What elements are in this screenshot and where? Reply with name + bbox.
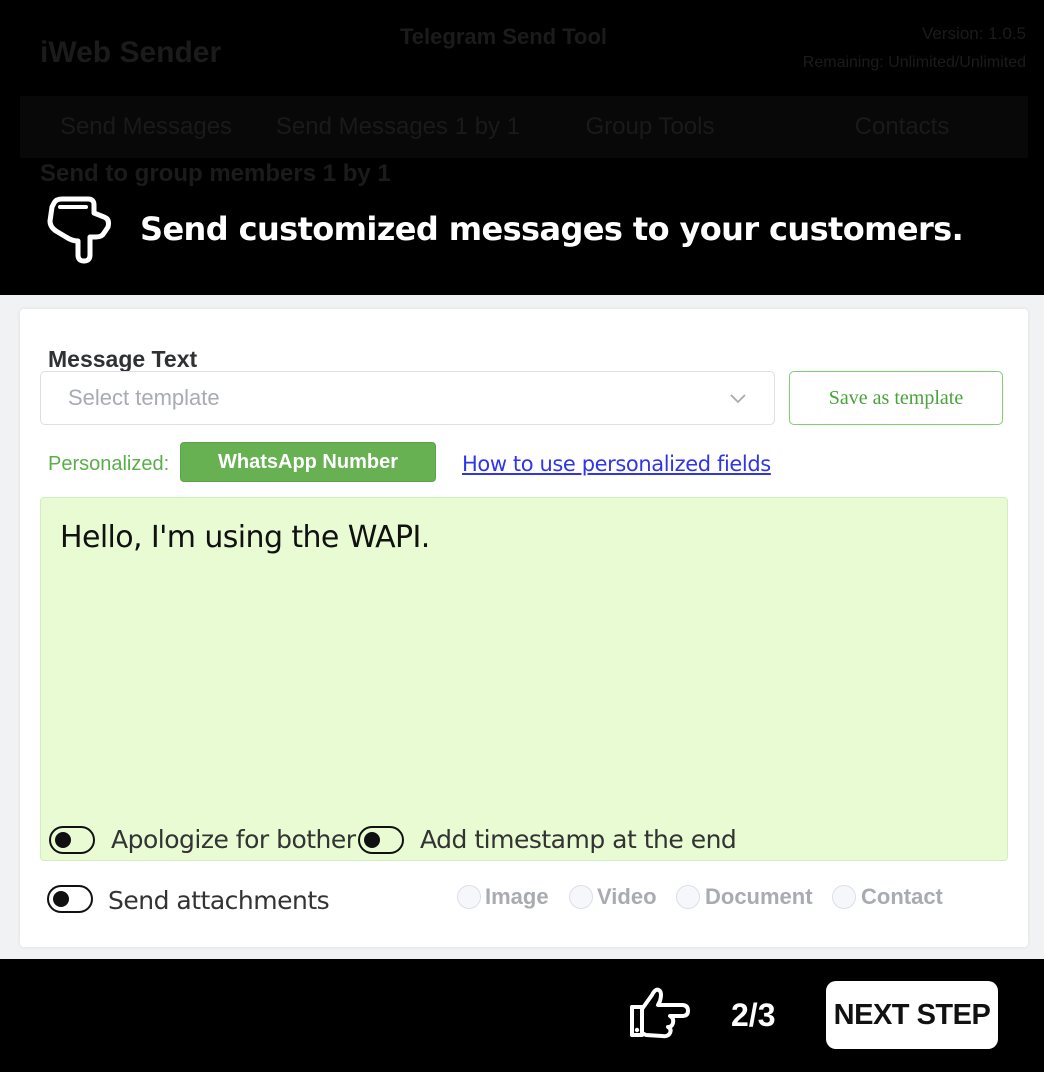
timestamp-label: Add timestamp at the end [420,825,737,854]
apologize-label: Apologize for bother [111,825,356,854]
attachment-image-radio[interactable] [457,885,481,909]
timestamp-toggle[interactable] [358,826,404,854]
whatsapp-number-field-button[interactable]: WhatsApp Number [180,442,436,482]
app-title: Telegram Send Tool [400,24,607,49]
message-form-card: Message Text Select template Save as tem… [20,309,1028,947]
apologize-toggle[interactable] [49,826,95,854]
pointing-down-hand-icon [47,196,111,264]
tab-contacts[interactable]: Contacts [776,96,1028,158]
app-license: Remaining: Unlimited/Unlimited [802,54,1026,71]
attachment-document-radio[interactable] [676,885,700,909]
attachment-video-label: Video [597,884,657,909]
attachment-contact-radio[interactable] [832,885,856,909]
chevron-down-icon [730,394,746,404]
section-subtitle: Send to group members 1 by 1 [40,160,391,187]
main-tabs: Send Messages Send Messages 1 by 1 Group… [20,96,1028,158]
tab-send-messages[interactable]: Send Messages [20,96,272,158]
next-step-button[interactable]: NEXT STEP [826,981,998,1049]
app-version: Version: 1.0.5 [922,24,1026,43]
attachment-image-label: Image [485,884,549,909]
message-textarea[interactable]: Hello, I'm using the WAPI. Apologize for… [40,497,1008,861]
attachment-contact-label: Contact [861,884,943,909]
tour-step-counter: 2/3 [731,997,776,1033]
attachment-video-radio[interactable] [569,885,593,909]
spotlight-region: Message Text Select template Save as tem… [0,295,1044,959]
personalized-label: Personalized: [48,453,170,475]
send-attachments-label: Send attachments [108,886,330,915]
tab-group-tools[interactable]: Group Tools [524,96,776,158]
tour-hint-text: Send customized messages to your custome… [140,210,964,248]
app-logo: iWeb Sender [40,36,222,69]
tour-controls: 2/3 NEXT STEP [0,959,1044,1072]
personalized-fields-help-link[interactable]: How to use personalized fields [462,452,771,476]
tab-send-1-by-1[interactable]: Send Messages 1 by 1 [272,96,524,158]
tour-hint: Send customized messages to your custome… [44,192,964,266]
send-attachments-toggle[interactable] [47,885,93,913]
pointing-right-hand-icon [630,987,690,1039]
template-select-placeholder: Select template [68,385,220,410]
save-as-template-button[interactable]: Save as template [789,371,1003,425]
message-text-label: Message Text [48,346,198,372]
app-header-dimmed: iWeb Sender Telegram Send Tool Version: … [0,0,1044,295]
attachment-document-label: Document [705,884,813,909]
template-select[interactable]: Select template [40,371,775,425]
message-text-content: Hello, I'm using the WAPI. [60,520,430,555]
